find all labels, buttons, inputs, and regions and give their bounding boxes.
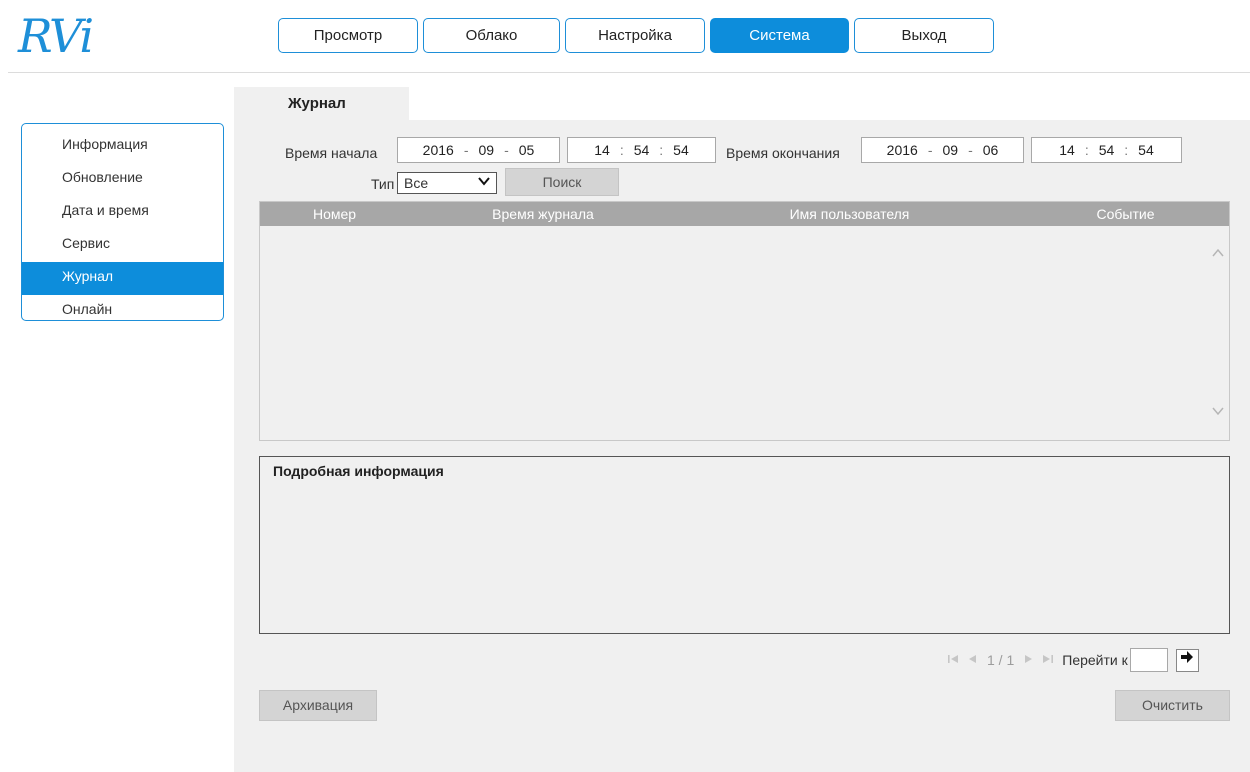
date-separator: - [504, 142, 509, 158]
column-user-name: Имя пользователя [789, 206, 910, 222]
details-title: Подробная информация [273, 463, 444, 479]
sidebar-item-online[interactable]: Онлайн [22, 295, 223, 328]
go-arrow-icon[interactable] [1175, 648, 1199, 672]
rvi-logo: RVi [18, 9, 94, 63]
end-date-field[interactable]: 2016 - 09 - 06 [861, 137, 1024, 163]
sidebar-item-update[interactable]: Обновление [22, 163, 223, 196]
start-date-field[interactable]: 2016 - 09 - 05 [397, 137, 560, 163]
first-page-icon[interactable] [947, 652, 959, 668]
details-panel: Подробная информация [259, 456, 1230, 634]
sidebar-item-log[interactable]: Журнал [22, 262, 223, 295]
time-separator: : [1124, 142, 1129, 158]
date-separator: - [463, 142, 469, 158]
type-select[interactable]: Все [397, 172, 497, 194]
end-year[interactable]: 2016 [887, 142, 918, 158]
end-minute[interactable]: 54 [1099, 142, 1115, 158]
date-separator: - [968, 142, 973, 158]
nav-cloud-button[interactable]: Облако [423, 18, 560, 53]
last-page-icon[interactable] [1042, 652, 1054, 668]
end-day[interactable]: 06 [983, 142, 999, 158]
pagination: 1 / 1 Перейти к [943, 646, 1199, 674]
start-time-label: Время начала [285, 145, 378, 161]
time-separator: : [659, 142, 664, 158]
start-time-field[interactable]: 14 : 54 : 54 [567, 137, 716, 163]
page-count: 1 / 1 [987, 652, 1015, 668]
start-month[interactable]: 09 [479, 142, 495, 158]
prev-page-icon[interactable] [967, 652, 977, 668]
nav-view-button[interactable]: Просмотр [278, 18, 418, 53]
type-select-value: Все [404, 175, 429, 191]
top-nav: Просмотр Облако Настройка Система Выход [278, 18, 994, 53]
clear-button[interactable]: Очистить [1115, 690, 1230, 721]
column-event: Событие [1096, 206, 1155, 222]
chevron-down-icon [477, 174, 491, 194]
end-time-field[interactable]: 14 : 54 : 54 [1031, 137, 1182, 163]
time-separator: : [619, 142, 624, 158]
column-number: Номер [312, 206, 357, 222]
backup-button[interactable]: Архивация [259, 690, 377, 721]
header-divider [8, 72, 1250, 73]
start-second[interactable]: 54 [673, 142, 689, 158]
search-button[interactable]: Поиск [505, 168, 619, 196]
time-separator: : [1084, 142, 1089, 158]
sidebar-item-datetime[interactable]: Дата и время [22, 196, 223, 229]
end-time-label: Время окончания [726, 145, 840, 161]
column-log-time: Время журнала [492, 206, 594, 222]
end-second[interactable]: 54 [1138, 142, 1154, 158]
end-month[interactable]: 09 [943, 142, 959, 158]
scroll-up-icon[interactable] [1211, 246, 1225, 260]
nav-settings-button[interactable]: Настройка [565, 18, 705, 53]
system-sidebar: Информация Обновление Дата и время Серви… [21, 123, 224, 321]
goto-page-input[interactable] [1129, 648, 1168, 672]
nav-system-button[interactable]: Система [710, 18, 849, 53]
start-year[interactable]: 2016 [423, 142, 454, 158]
nav-exit-button[interactable]: Выход [854, 18, 994, 53]
start-day[interactable]: 05 [519, 142, 535, 158]
goto-label: Перейти к [1062, 652, 1128, 668]
sidebar-item-info[interactable]: Информация [22, 130, 223, 163]
log-table: Номер Время журнала Имя пользователя Соб… [259, 201, 1230, 441]
scroll-down-icon[interactable] [1211, 404, 1225, 418]
end-hour[interactable]: 14 [1059, 142, 1075, 158]
start-minute[interactable]: 54 [634, 142, 650, 158]
tab-log[interactable]: Журнал [234, 87, 409, 121]
date-separator: - [927, 142, 933, 158]
next-page-icon[interactable] [1024, 652, 1034, 668]
type-label: Тип [371, 176, 395, 192]
sidebar-item-service[interactable]: Сервис [22, 229, 223, 262]
log-table-header: Номер Время журнала Имя пользователя Соб… [260, 202, 1229, 226]
start-hour[interactable]: 14 [594, 142, 610, 158]
